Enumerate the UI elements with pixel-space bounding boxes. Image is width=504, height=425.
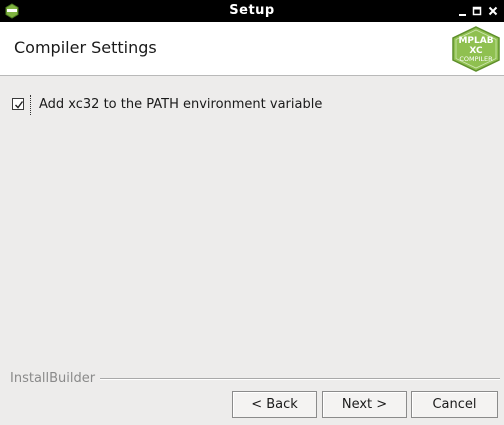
svg-text:MPLAB: MPLAB [458, 36, 493, 46]
installbuilder-label: InstallBuilder [10, 371, 99, 386]
focus-indicator [30, 95, 32, 115]
title-bar[interactable]: Setup [0, 0, 504, 22]
setup-window: Setup Compiler Settings MPLAB XC COMPILE… [0, 0, 504, 425]
add-to-path-checkbox[interactable] [12, 98, 24, 110]
mplab-xc-compiler-logo: MPLAB XC COMPILER [450, 26, 502, 72]
svg-text:COMPILER: COMPILER [459, 55, 493, 63]
maximize-icon[interactable] [470, 4, 484, 18]
minimize-icon[interactable] [456, 4, 470, 18]
next-button[interactable]: Next > [322, 391, 407, 418]
cancel-button[interactable]: Cancel [411, 391, 498, 418]
back-button[interactable]: < Back [232, 391, 317, 418]
page-title: Compiler Settings [14, 38, 157, 57]
installbuilder-branding: InstallBuilder [8, 370, 500, 386]
close-icon[interactable] [486, 4, 500, 18]
window-title: Setup [229, 3, 275, 18]
add-to-path-label[interactable]: Add xc32 to the PATH environment variabl… [39, 97, 322, 112]
footer-divider [100, 378, 500, 380]
page-header: Compiler Settings MPLAB XC COMPILER [0, 22, 504, 76]
